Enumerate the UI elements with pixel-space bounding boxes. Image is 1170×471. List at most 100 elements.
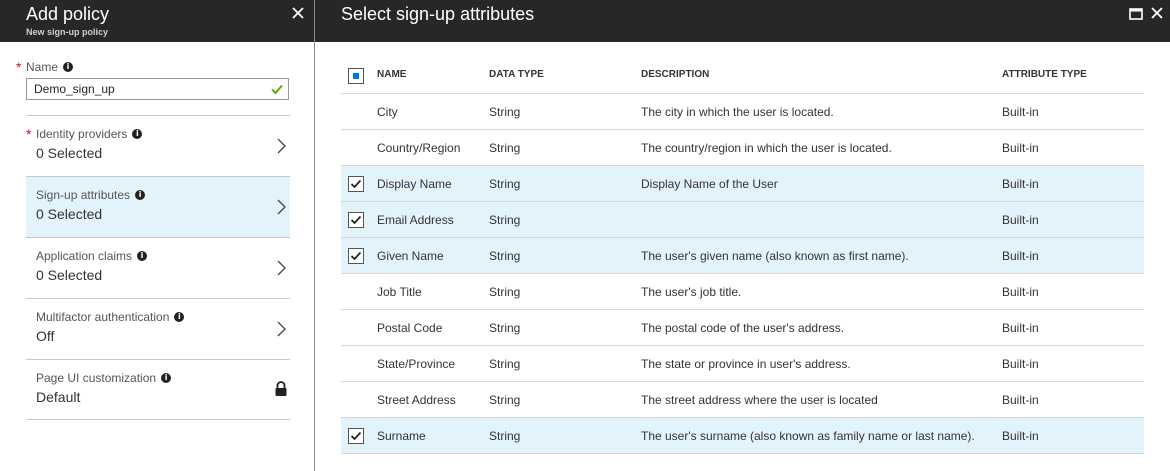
table-row[interactable]: Country/Region String The country/region i… — [341, 130, 1144, 166]
table-body: City String The city in which the user is … — [341, 94, 1144, 454]
menu-item-application-claims[interactable]: Application claims i 0 Selected — [26, 237, 290, 298]
cell-data-type: String — [489, 177, 521, 191]
table-row[interactable]: Surname String The user's surname (also kn… — [341, 418, 1144, 454]
maximize-icon[interactable] — [1129, 7, 1143, 20]
name-input[interactable]: Demo_sign_up — [26, 78, 289, 100]
cell-name: State/Province — [377, 357, 456, 371]
select-attributes-blade: Select sign-up attributes NAME DATA TYPE… — [315, 0, 1170, 471]
cell-description: The street address where the user is loc… — [641, 393, 878, 407]
cell-description: The user's given name (also known as fir… — [641, 249, 909, 263]
select-all-checkbox[interactable] — [348, 68, 364, 84]
menu-item-value: 0 Selected — [36, 267, 103, 283]
close-icon[interactable] — [1149, 5, 1165, 21]
cell-attribute-type: Built-in — [1002, 393, 1039, 407]
menu-item-sign-up-attributes[interactable]: Sign-up attributes i 0 Selected — [26, 176, 290, 237]
chevron-right-icon — [277, 321, 286, 337]
cell-data-type: String — [489, 249, 521, 263]
cell-description: The user's job title. — [641, 285, 742, 299]
blade-subtitle: New sign-up policy — [26, 27, 109, 37]
column-header-description[interactable]: DESCRIPTION — [641, 69, 709, 80]
row-checkbox[interactable] — [348, 356, 364, 372]
cell-description: The city in which the user is located. — [641, 105, 834, 119]
cell-attribute-type: Built-in — [1002, 429, 1039, 443]
cell-name: Given Name — [377, 249, 444, 263]
cell-data-type: String — [489, 213, 521, 227]
cell-attribute-type: Built-in — [1002, 105, 1039, 119]
cell-data-type: String — [489, 105, 521, 119]
row-checkbox[interactable] — [348, 140, 364, 156]
blade-title: Select sign-up attributes — [341, 4, 535, 24]
menu-item-identity-providers[interactable]: * Identity providers i 0 Selected — [26, 115, 290, 176]
info-icon[interactable]: i — [137, 251, 148, 261]
blade-header: Add policy New sign-up policy — [0, 0, 314, 42]
info-icon[interactable]: i — [132, 129, 143, 139]
cell-description: The user's surname (also known as family… — [641, 429, 975, 443]
cell-attribute-type: Built-in — [1002, 285, 1039, 299]
info-icon[interactable]: i — [135, 190, 146, 200]
cell-description: The state or province in user's address. — [641, 357, 851, 371]
blade-title: Add policy — [26, 4, 110, 24]
cell-name: Surname — [377, 429, 426, 443]
chevron-right-icon — [277, 199, 286, 215]
cell-description: Display Name of the User — [641, 177, 778, 191]
table-row[interactable]: Postal Code String The postal code of the … — [341, 310, 1144, 346]
checkmark-icon — [271, 84, 283, 95]
row-checkbox[interactable] — [348, 104, 364, 120]
cell-name: Email Address — [377, 213, 454, 227]
cell-description: The country/region in which the user is … — [641, 141, 892, 155]
cell-data-type: String — [489, 429, 521, 443]
close-icon[interactable] — [290, 5, 306, 21]
menu-item-value: 0 Selected — [36, 145, 103, 161]
row-checkbox[interactable] — [348, 284, 364, 300]
table-row[interactable]: State/Province String The state or provinc… — [341, 346, 1144, 382]
lock-icon — [275, 381, 287, 396]
name-field-group: * Name i Demo_sign_up — [16, 60, 290, 100]
table-row[interactable]: City String The city in which the user is … — [341, 94, 1144, 130]
cell-name: Street Address — [377, 393, 456, 407]
info-icon[interactable]: i — [174, 312, 185, 322]
menu-item-page-ui-customization[interactable]: Page UI customization i Default — [26, 359, 290, 420]
menu-item-label: Sign-up attributes — [36, 188, 131, 202]
add-policy-blade: Add policy New sign-up policy * Name i D… — [0, 0, 314, 471]
policy-settings-menu: * Identity providers i 0 Selected Sign-u… — [26, 115, 290, 420]
row-checkbox[interactable] — [348, 248, 364, 264]
menu-item-value: Default — [36, 389, 81, 405]
row-checkbox[interactable] — [348, 176, 364, 192]
info-icon[interactable]: i — [63, 62, 74, 72]
checkmark-icon — [350, 251, 362, 261]
cell-attribute-type: Built-in — [1002, 177, 1039, 191]
required-asterisk: * — [16, 59, 22, 75]
name-label: Name — [26, 60, 59, 74]
row-checkbox[interactable] — [348, 320, 364, 336]
menu-item-multifactor-authentication[interactable]: Multifactor authentication i Off — [26, 298, 290, 359]
table-row[interactable]: Email Address String Built-in — [341, 202, 1144, 238]
table-row[interactable]: Street Address String The street address w… — [341, 382, 1144, 418]
cell-name: Postal Code — [377, 321, 443, 335]
chevron-right-icon — [277, 260, 286, 276]
cell-attribute-type: Built-in — [1002, 213, 1039, 227]
table-row[interactable]: Given Name String The user's given name (a… — [341, 238, 1144, 274]
column-header-data-type[interactable]: DATA TYPE — [489, 69, 544, 80]
table-row[interactable]: Display Name String Display Name of the Us… — [341, 166, 1144, 202]
menu-item-value: 0 Selected — [36, 206, 103, 222]
cell-name: City — [377, 105, 398, 119]
column-header-name[interactable]: NAME — [377, 69, 406, 80]
checkmark-icon — [350, 431, 362, 441]
row-checkbox[interactable] — [348, 212, 364, 228]
checkmark-icon — [350, 215, 362, 225]
row-checkbox[interactable] — [348, 428, 364, 444]
menu-item-label: Page UI customization — [36, 371, 157, 385]
menu-item-label: Multifactor authentication — [36, 310, 170, 324]
cell-data-type: String — [489, 141, 521, 155]
info-icon[interactable]: i — [161, 373, 172, 383]
cell-name: Country/Region — [377, 141, 461, 155]
checkmark-icon — [350, 179, 362, 189]
row-checkbox[interactable] — [348, 392, 364, 408]
cell-name: Job Title — [377, 285, 422, 299]
required-asterisk: * — [26, 126, 32, 142]
cell-data-type: String — [489, 393, 521, 407]
table-row[interactable]: Job Title String The user's job title. Buil… — [341, 274, 1144, 310]
menu-item-value: Off — [36, 328, 55, 344]
attributes-table: NAME DATA TYPE DESCRIPTION ATTRIBUTE TYP… — [341, 58, 1144, 454]
column-header-attribute-type[interactable]: ATTRIBUTE TYPE — [1002, 69, 1087, 80]
